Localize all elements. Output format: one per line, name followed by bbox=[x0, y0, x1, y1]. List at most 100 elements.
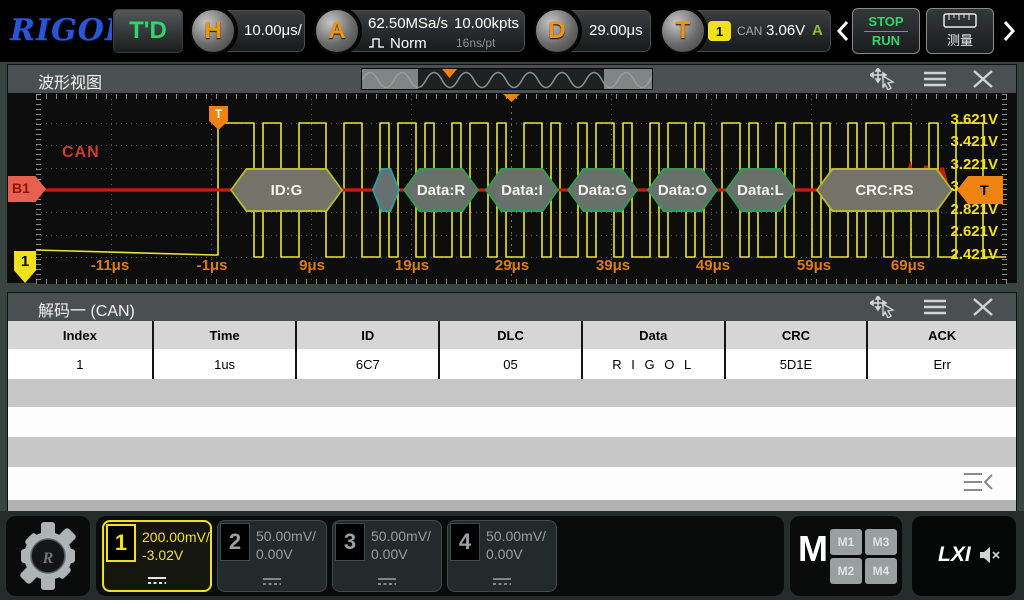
column-header-dlc: DLC bbox=[440, 321, 583, 349]
voltage-label-3: 3.221V bbox=[950, 156, 998, 173]
math3-button[interactable]: M3 bbox=[865, 529, 897, 555]
minimap-right-shade bbox=[604, 69, 652, 89]
empty-row-stripe bbox=[8, 379, 1016, 407]
trigger-knob-icon[interactable]: T bbox=[660, 8, 706, 54]
waveform-graticule: ID:G Data:R Data:I Data:G Data:O Data:L … bbox=[36, 94, 1007, 284]
math1-button[interactable]: M1 bbox=[830, 529, 862, 555]
cell-crc: 5D1E bbox=[726, 349, 869, 379]
dc-coupling-icon bbox=[493, 578, 511, 585]
channel4-scale: 50.00mV/ bbox=[486, 528, 546, 544]
channel3-offset: 0.00V bbox=[371, 546, 408, 562]
empty-row-stripe bbox=[8, 437, 1016, 467]
channels-panel: 1 200.00mV/ -3.02V 2 50.00mV/ 0.00V 3 50… bbox=[96, 516, 784, 596]
decoder-panel-title: 解码一 (CAN) bbox=[38, 303, 135, 320]
channel2-number: 2 bbox=[220, 523, 250, 561]
cell-dlc: 05 bbox=[440, 349, 583, 379]
drag-hand-icon[interactable] bbox=[870, 68, 896, 90]
time-label-7: 49μs bbox=[695, 257, 731, 274]
channel3-scale: 50.00mV/ bbox=[371, 528, 431, 544]
delay-settings-button[interactable]: 29.00μs D bbox=[534, 8, 652, 54]
decode-bubble-stuff bbox=[372, 168, 400, 212]
voltage-label-1: 3.621V bbox=[950, 111, 998, 128]
channel2-offset: 0.00V bbox=[256, 546, 293, 562]
close-icon[interactable] bbox=[970, 68, 996, 90]
math-label: M bbox=[798, 528, 828, 569]
channel4-button[interactable]: 4 50.00mV/ 0.00V bbox=[447, 520, 557, 592]
lxi-status-panel[interactable]: LXI bbox=[912, 516, 1016, 596]
channel1-offset-flag[interactable]: 1 bbox=[14, 251, 36, 283]
decode-table-row[interactable]: 1 1us 6C7 05 R I G O L 5D1E Err bbox=[8, 349, 1016, 379]
horizontal-settings-button[interactable]: 10.00μs/ H bbox=[190, 8, 306, 54]
horizontal-knob-icon[interactable]: H bbox=[190, 8, 236, 54]
channel3-number: 3 bbox=[335, 523, 365, 561]
time-label-5: 29μs bbox=[494, 257, 530, 274]
collapse-list-icon[interactable] bbox=[962, 469, 994, 495]
math4-button[interactable]: M4 bbox=[865, 558, 897, 584]
svg-text:R: R bbox=[42, 550, 54, 567]
sample-resolution-value: 16ns/pt bbox=[456, 36, 496, 50]
horizontal-scale-value: 10.00μs/ bbox=[244, 22, 302, 39]
waveform-view-panel: 波形视图 ID:G Data:R Data:I Data:G Data:O Da… bbox=[7, 64, 1017, 284]
pulse-mode-icon bbox=[369, 38, 384, 48]
bus-protocol-label: CAN bbox=[62, 144, 100, 161]
decoder-panel-header: 解码一 (CAN) bbox=[8, 293, 1016, 321]
column-header-crc: CRC bbox=[726, 321, 869, 349]
acquire-knob-icon[interactable]: A bbox=[314, 8, 360, 54]
channel3-button[interactable]: 3 50.00mV/ 0.00V bbox=[332, 520, 442, 592]
measure-button[interactable]: 测量 bbox=[926, 8, 994, 54]
decoder-panel: 解码一 (CAN) Index Time ID DLC Data CRC ACK… bbox=[7, 292, 1017, 512]
time-label-3: 9μs bbox=[299, 257, 325, 274]
drag-hand-icon[interactable] bbox=[870, 296, 896, 318]
menu-icon[interactable] bbox=[922, 296, 948, 318]
dc-coupling-icon bbox=[378, 578, 396, 585]
toolbar-prev-icon[interactable] bbox=[836, 19, 850, 43]
time-label-2: -1μs bbox=[196, 257, 228, 274]
measure-label: 测量 bbox=[946, 33, 973, 48]
stop-run-divider bbox=[864, 30, 908, 32]
decode-bubble-id: ID:G bbox=[230, 168, 343, 212]
channel1-number: 1 bbox=[106, 524, 136, 562]
time-label-8: 59μs bbox=[796, 257, 832, 274]
empty-row-stripe bbox=[8, 467, 1016, 500]
system-gear-button[interactable]: R bbox=[6, 516, 90, 596]
sample-rate-value: 62.50MSa/s bbox=[368, 15, 449, 32]
decode-bubble-data3: Data:G bbox=[567, 168, 638, 212]
gear-icon: R bbox=[20, 522, 76, 590]
delay-knob-icon[interactable]: D bbox=[534, 8, 580, 54]
top-toolbar: RIGOL T'D 10.00μs/ H 62.50MSa/s Norm 10.… bbox=[0, 0, 1024, 62]
cell-data: R I G O L bbox=[583, 349, 726, 379]
trigger-status-button[interactable]: T'D bbox=[112, 8, 184, 54]
column-header-ack: ACK bbox=[928, 327, 957, 343]
column-header-id: ID bbox=[297, 321, 441, 349]
math2-button[interactable]: M2 bbox=[830, 558, 862, 584]
stop-label: STOP bbox=[868, 13, 904, 29]
acquire-settings-button[interactable]: 62.50MSa/s Norm 10.00kpts 16ns/pt A bbox=[314, 8, 526, 54]
toolbar-next-icon[interactable] bbox=[1002, 19, 1016, 43]
voltage-label-7: 2.421V bbox=[950, 246, 998, 263]
time-label-1: -11μs bbox=[90, 257, 130, 274]
channel1-button[interactable]: 1 200.00mV/ -3.02V bbox=[102, 520, 212, 592]
menu-icon[interactable] bbox=[922, 68, 948, 90]
horizontal-position-minimap[interactable] bbox=[361, 68, 653, 90]
channel2-scale: 50.00mV/ bbox=[256, 528, 316, 544]
oscilloscope-screen: RIGOL T'D 10.00μs/ H 62.50MSa/s Norm 10.… bbox=[0, 0, 1024, 600]
trigger-level-value: 3.06V bbox=[766, 22, 806, 39]
channel2-button[interactable]: 2 50.00mV/ 0.00V bbox=[217, 520, 327, 592]
memory-depth-value: 10.00kpts bbox=[454, 15, 520, 32]
channel4-number: 4 bbox=[450, 523, 480, 561]
bottom-status-bar: R 1 200.00mV/ -3.02V 2 50.00mV/ 0.00V 3 … bbox=[0, 511, 1024, 600]
voltage-label-2: 3.421V bbox=[950, 133, 998, 150]
column-header-time: Time bbox=[154, 321, 298, 349]
empty-row-stripe bbox=[8, 407, 1016, 437]
column-header-index: Index bbox=[8, 321, 154, 349]
cell-id: 6C7 bbox=[297, 349, 441, 379]
rigol-logo: RIGOL bbox=[10, 13, 127, 48]
close-icon[interactable] bbox=[970, 296, 996, 318]
dc-coupling-icon bbox=[263, 578, 281, 585]
stop-run-button[interactable]: STOP RUN bbox=[852, 8, 920, 54]
trigger-settings-button[interactable]: 1 CAN 3.06V A T bbox=[660, 8, 832, 54]
time-label-6: 39μs bbox=[595, 257, 631, 274]
delay-value: 29.00μs bbox=[589, 22, 643, 39]
math-panel: M M1 M3 M2 M4 bbox=[790, 516, 902, 596]
decode-bubble-data4: Data:O bbox=[647, 168, 718, 212]
